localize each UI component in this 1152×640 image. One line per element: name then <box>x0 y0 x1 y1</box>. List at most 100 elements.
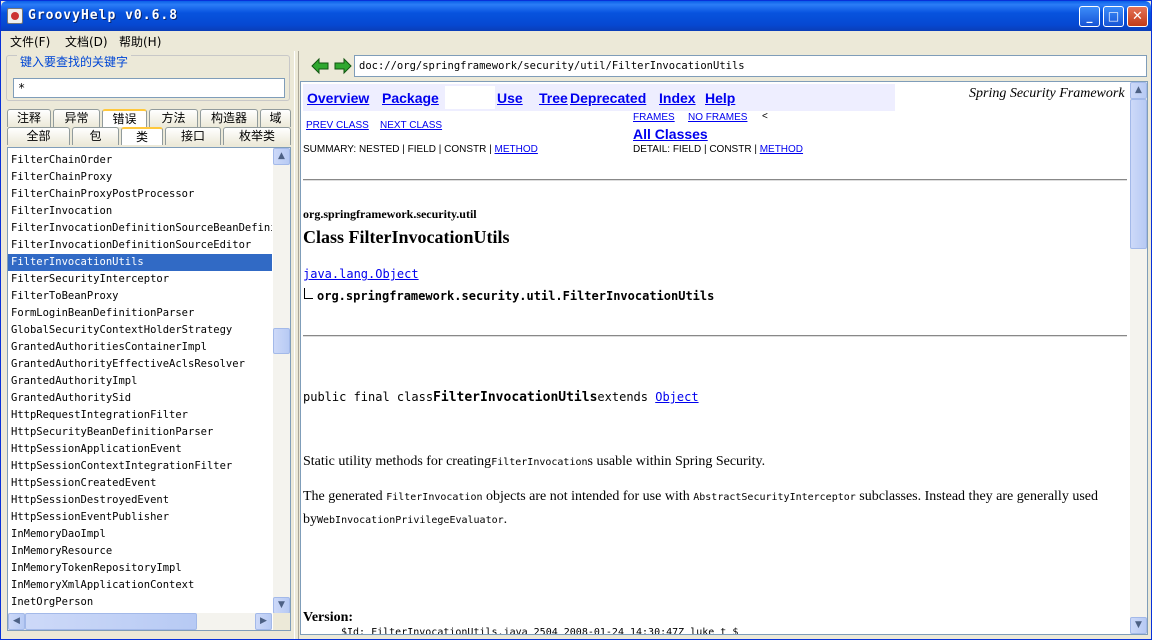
tab-interface[interactable]: 接口 <box>165 127 221 145</box>
class-list-item[interactable]: FilterInvocationUtils <box>8 254 272 271</box>
decl-superclass-link[interactable]: Object <box>655 390 698 404</box>
menu-help[interactable]: 帮助(H) <box>119 33 161 50</box>
class-list-item[interactable]: HttpSessionContextIntegrationFilter <box>8 458 272 475</box>
class-list-item[interactable]: FilterChainProxy <box>8 169 272 186</box>
detail-row: DETAIL: FIELD | CONSTR | METHOD <box>633 144 803 155</box>
menu-doc[interactable]: 文档(D) <box>65 33 108 50</box>
summary-prefix: SUMMARY: NESTED | FIELD | CONSTR | <box>303 144 495 155</box>
tab-all[interactable]: 全部 <box>7 127 70 145</box>
no-frames-link[interactable]: NO FRAMES <box>688 112 747 123</box>
tab-field[interactable]: 域 <box>260 109 291 127</box>
class-list-item[interactable]: FilterChainProxyPostProcessor <box>8 186 272 203</box>
all-classes-link[interactable]: All Classes <box>633 126 708 142</box>
nav-use-link[interactable]: Use <box>497 90 523 106</box>
prev-class-link[interactable]: PREV CLASS <box>306 120 369 131</box>
menu-file[interactable]: 文件(F) <box>10 33 50 50</box>
class-list-item[interactable]: GrantedAuthorityImpl <box>8 373 272 390</box>
scroll-down-icon[interactable]: ▼ <box>273 597 290 614</box>
tab-package[interactable]: 包 <box>72 127 119 145</box>
close-button[interactable]: ✕ <box>1127 6 1148 27</box>
class-list-item[interactable]: InMemoryTokenRepositoryImpl <box>8 560 272 577</box>
para2-code-3: WebInvocationPrivilegeEvaluator <box>317 515 504 526</box>
class-list-item[interactable]: FilterToBeanProxy <box>8 288 272 305</box>
tree-corner <box>304 288 313 299</box>
tab-exception[interactable]: 异常 <box>53 109 100 127</box>
class-list-item[interactable]: InMemoryDaoImpl <box>8 526 272 543</box>
para2-code-2: AbstractSecurityInterceptor <box>693 492 856 503</box>
left-panel: 键入要查找的关键字 * 注释 异常 错误 方法 构造器 域 全部 包 类 接口 … <box>2 51 294 639</box>
right-panel: doc://org/springframework/security/util/… <box>299 51 1151 639</box>
next-class-link[interactable]: NEXT CLASS <box>380 120 442 131</box>
nav-help-link[interactable]: Help <box>705 90 735 106</box>
class-list-item[interactable]: HttpSessionApplicationEvent <box>8 441 272 458</box>
class-list-item[interactable]: InMemoryResource <box>8 543 272 560</box>
menu-bar: 文件(F) 文档(D) 帮助(H) <box>2 31 1150 51</box>
class-list-item[interactable]: GrantedAuthoritySid <box>8 390 272 407</box>
decl-extends: extends <box>597 390 656 404</box>
class-list-item[interactable]: GrantedAuthoritiesContainerImpl <box>8 339 272 356</box>
class-list-item[interactable]: GrantedAuthorityEffectiveAclsResolver <box>8 356 272 373</box>
tab-error[interactable]: 错误 <box>102 109 147 127</box>
class-list-item[interactable]: FilterInvocationDefinitionSourceEditor <box>8 237 272 254</box>
doc-scroll-down-icon[interactable]: ▼ <box>1130 617 1147 634</box>
search-label: 键入要查找的关键字 <box>17 53 132 70</box>
list-horizontal-scrollbar[interactable]: ◀ ▶ <box>8 613 272 630</box>
class-list-viewport: FilterChainOrder FilterChainProxy FilterCh… <box>8 148 272 614</box>
class-list-item[interactable]: FilterInvocationDefinitionSourceBeanDefi… <box>8 220 272 237</box>
window-title: GroovyHelp v0.6.8 <box>28 8 179 23</box>
para1-code: FilterInvocation <box>491 457 588 468</box>
tree-class-name: org.springframework.security.util.Filter… <box>317 289 715 303</box>
address-input[interactable]: doc://org/springframework/security/util/… <box>354 55 1147 77</box>
nav-index-link[interactable]: Index <box>659 90 696 106</box>
class-list-item[interactable]: InetOrgPerson <box>8 594 272 611</box>
class-list-item[interactable]: GlobalSecurityContextHolderStrategy <box>8 322 272 339</box>
minimize-button[interactable]: _ <box>1079 6 1100 27</box>
para2-text-a: The generated <box>303 489 387 504</box>
nav-tree-link[interactable]: Tree <box>539 90 568 106</box>
tab-annotation[interactable]: 注释 <box>7 109 51 127</box>
para1-text-b: s usable within Spring Security. <box>587 454 766 469</box>
tab-class[interactable]: 类 <box>121 127 163 145</box>
frames-link[interactable]: FRAMES <box>633 112 675 123</box>
class-list-item[interactable]: HttpSecurityBeanDefinitionParser <box>8 424 272 441</box>
app-icon <box>7 8 23 24</box>
doc-scroll-thumb[interactable] <box>1130 99 1147 249</box>
list-scroll-thumb[interactable] <box>273 328 290 354</box>
title-bar[interactable]: GroovyHelp v0.6.8 _ □ ✕ <box>1 1 1151 31</box>
search-input[interactable]: * <box>13 78 285 98</box>
class-list-item[interactable]: HttpSessionDestroyedEvent <box>8 492 272 509</box>
list-hscroll-thumb[interactable] <box>25 613 197 630</box>
nav-overview-link[interactable]: Overview <box>307 90 369 106</box>
scroll-left-icon[interactable]: ◀ <box>8 613 25 630</box>
class-list: FilterChainOrder FilterChainProxy FilterCh… <box>7 147 291 631</box>
forward-arrow-icon[interactable] <box>334 57 352 75</box>
summary-method-link[interactable]: METHOD <box>495 144 538 155</box>
class-list-item[interactable]: FilterChainOrder <box>8 152 272 169</box>
scroll-up-icon[interactable]: ▲ <box>273 148 290 165</box>
list-vertical-scrollbar[interactable]: ▲ ▼ <box>273 148 290 614</box>
tab-row-1: 注释 异常 错误 方法 构造器 域 <box>7 109 291 127</box>
class-list-item[interactable]: FilterInvocation <box>8 203 272 220</box>
class-list-item[interactable]: HttpRequestIntegrationFilter <box>8 407 272 424</box>
doc-scroll-up-icon[interactable]: ▲ <box>1130 82 1147 99</box>
superclass-link[interactable]: java.lang.Object <box>303 267 419 281</box>
description-para-1: Static utility methods for creatingFilte… <box>303 451 1123 474</box>
maximize-button[interactable]: □ <box>1103 6 1124 27</box>
detail-prefix: DETAIL: FIELD | CONSTR | <box>633 144 760 155</box>
tab-enum[interactable]: 枚举类 <box>223 127 291 145</box>
class-list-item[interactable]: HttpSessionEventPublisher <box>8 509 272 526</box>
tab-method[interactable]: 方法 <box>149 109 198 127</box>
class-list-item[interactable]: FilterSecurityInterceptor <box>8 271 272 288</box>
detail-method-link[interactable]: METHOD <box>760 144 803 155</box>
back-arrow-icon[interactable] <box>311 57 329 75</box>
nav-package-link[interactable]: Package <box>382 90 439 106</box>
class-list-item[interactable]: HttpSessionCreatedEvent <box>8 475 272 492</box>
tab-constructor[interactable]: 构造器 <box>200 109 258 127</box>
doc-vertical-scrollbar[interactable]: ▲ ▼ <box>1130 82 1147 634</box>
class-list-item[interactable]: FormLoginBeanDefinitionParser <box>8 305 272 322</box>
nav-deprecated-link[interactable]: Deprecated <box>570 90 646 106</box>
para2-text-d: . <box>503 512 508 527</box>
scroll-right-icon[interactable]: ▶ <box>255 613 272 630</box>
document-view: Overview Package Use Tree Deprecated Ind… <box>300 81 1148 635</box>
class-list-item[interactable]: InMemoryXmlApplicationContext <box>8 577 272 594</box>
